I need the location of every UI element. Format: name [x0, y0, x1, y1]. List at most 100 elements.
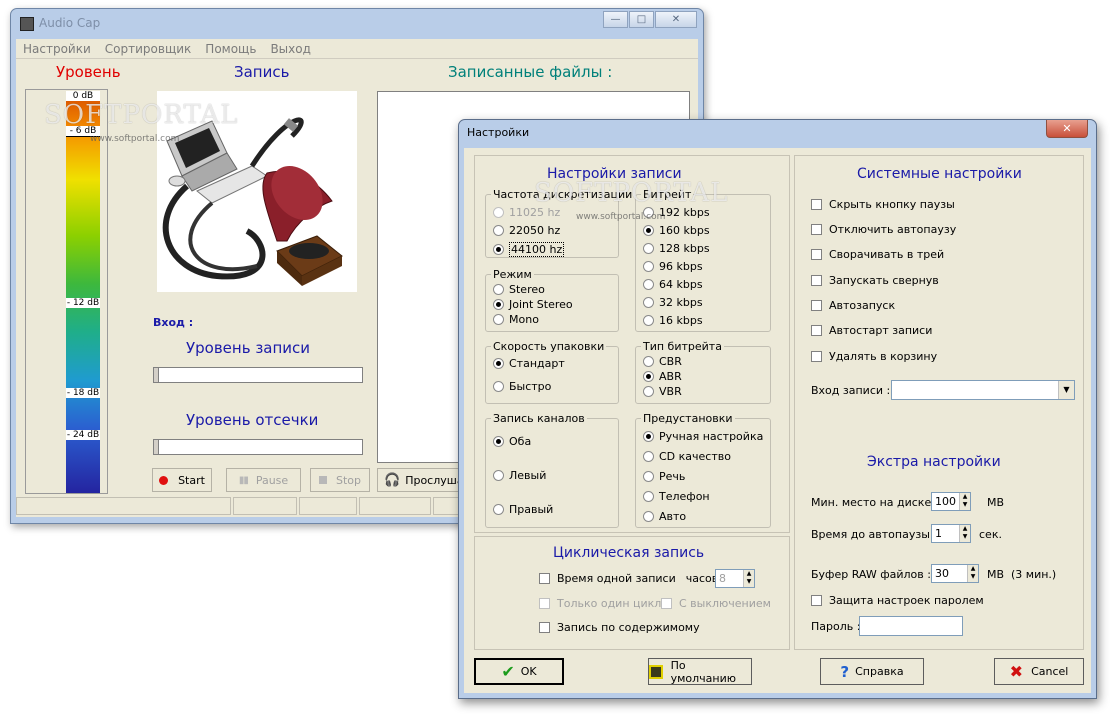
settings-dialog-title: Настройки: [467, 126, 530, 139]
listen-button[interactable]: 🎧 Прослуша: [377, 468, 467, 492]
radio-32kbps[interactable]: 32 kbps: [643, 296, 703, 309]
only-one-cycle-checkbox[interactable]: Только один цикл: [539, 597, 661, 610]
channels-title: Запись каналов: [491, 412, 587, 425]
defaults-button[interactable]: По умолчанию: [648, 658, 752, 685]
cut-level-slider[interactable]: [153, 439, 363, 455]
headphones-icon: 🎧: [384, 472, 401, 488]
bitrate-type-group: Тип битрейта CBR ABR VBR: [635, 340, 771, 404]
radio-joint-stereo[interactable]: Joint Stereo: [493, 298, 573, 311]
radio-manual[interactable]: Ручная настройка: [643, 430, 763, 443]
pause-icon: ▮▮: [238, 474, 249, 486]
level-meter: 0 dB - 6 dB - 12 dB - 18 dB - 24 dB: [25, 89, 108, 494]
meter-tick-18db: - 18 dB: [66, 388, 100, 398]
maximize-button[interactable]: □: [629, 11, 654, 28]
autopause-unit: сек.: [979, 528, 1002, 541]
radio-both[interactable]: Оба: [493, 435, 531, 448]
autopause-label: Время до автопаузы :: [811, 528, 938, 541]
status-panel: [359, 497, 431, 515]
record-icon: [159, 475, 169, 485]
stop-label: Stop: [335, 473, 361, 487]
radio-standard[interactable]: Стандарт: [493, 357, 565, 370]
hours-spinner[interactable]: 8 ▲ ▼: [715, 569, 755, 588]
minimize-button[interactable]: —: [603, 11, 628, 28]
meter-tick-12db: - 12 dB: [66, 298, 100, 308]
bitrate-type-title: Тип битрейта: [641, 340, 724, 353]
stop-button[interactable]: Stop: [310, 468, 370, 492]
radio-22050[interactable]: 22050 hz: [493, 224, 560, 237]
disable-autopause-checkbox[interactable]: Отключить автопаузу: [811, 223, 956, 236]
main-title-bar[interactable]: Audio Cap — □ ✕: [11, 9, 703, 37]
status-panel: [16, 497, 231, 515]
watermark-url: www.softportal.com: [90, 134, 180, 144]
radio-64kbps[interactable]: 64 kbps: [643, 278, 703, 291]
start-label: Start: [178, 473, 205, 487]
radio-cbr[interactable]: CBR: [643, 355, 682, 368]
dialog-close-button[interactable]: ✕: [1046, 120, 1088, 138]
one-record-time-checkbox[interactable]: Время одной записи часов: [539, 572, 718, 585]
start-button[interactable]: Start: [152, 468, 212, 492]
hide-pause-checkbox[interactable]: Скрыть кнопку паузы: [811, 198, 955, 211]
radio-speech[interactable]: Речь: [643, 470, 685, 483]
system-settings-panel: Системные настройки Скрыть кнопку паузы …: [794, 155, 1084, 650]
radio-right[interactable]: Правый: [493, 503, 553, 516]
close-button[interactable]: ✕: [655, 11, 697, 28]
help-button[interactable]: ? Справка: [820, 658, 924, 685]
menu-help[interactable]: Помощь: [205, 42, 256, 56]
radio-16kbps[interactable]: 16 kbps: [643, 314, 703, 327]
radio-stereo[interactable]: Stereo: [493, 283, 545, 296]
level-label: Уровень: [56, 63, 121, 81]
ok-button[interactable]: ✔ OK: [474, 658, 564, 685]
record-label: Запись: [234, 63, 290, 81]
menu-exit[interactable]: Выход: [270, 42, 310, 56]
raw-buffer-unit: MB: [987, 568, 1005, 581]
min-disk-unit: MB: [987, 496, 1005, 509]
radio-vbr[interactable]: VBR: [643, 385, 682, 398]
record-input-label: Вход записи :: [811, 384, 891, 397]
delete-to-recycle-checkbox[interactable]: Удалять в корзину: [811, 350, 937, 363]
pause-button[interactable]: ▮▮ Pause: [226, 468, 301, 492]
password-field[interactable]: [859, 616, 963, 636]
ok-label: OK: [520, 665, 537, 678]
extra-settings-title: Экстра настройки: [867, 454, 1001, 470]
autostart-record-checkbox[interactable]: Автостарт записи: [811, 324, 932, 337]
radio-44100[interactable]: 44100 hz: [493, 242, 565, 257]
radio-abr[interactable]: ABR: [643, 370, 682, 383]
radio-cd-quality[interactable]: CD качество: [643, 450, 731, 463]
minimize-to-tray-checkbox[interactable]: Сворачивать в трей: [811, 248, 944, 261]
cyclic-record-title: Циклическая запись: [553, 545, 705, 561]
raw-buffer-spinner[interactable]: 30 ▲ ▼: [931, 564, 979, 583]
menu-sorter[interactable]: Сортировщик: [105, 42, 192, 56]
settings-client: Настройки записи Частота дискретизации 1…: [464, 148, 1091, 693]
record-by-content-checkbox[interactable]: Запись по содержимому: [539, 621, 700, 634]
menu-settings[interactable]: Настройки: [23, 42, 91, 56]
radio-mono[interactable]: Mono: [493, 313, 539, 326]
slider-thumb[interactable]: [154, 440, 159, 454]
cancel-label: Cancel: [1031, 665, 1069, 678]
min-disk-label: Мин. место на диске :: [811, 496, 939, 509]
min-disk-spinner[interactable]: 100 ▲ ▼: [931, 492, 971, 511]
autorun-checkbox[interactable]: Автозапуск: [811, 299, 895, 312]
password-protect-checkbox[interactable]: Защита настроек паролем: [811, 594, 984, 607]
input-label: Вход :: [153, 316, 194, 329]
start-minimized-checkbox[interactable]: Запускать свернув: [811, 274, 939, 287]
cancel-button[interactable]: ✖ Cancel: [994, 658, 1084, 685]
pack-speed-group: Скорость упаковки Стандарт Быстро: [485, 340, 619, 404]
with-shutdown-checkbox[interactable]: С выключением: [661, 597, 771, 610]
presets-title: Предустановки: [641, 412, 735, 425]
radio-128kbps[interactable]: 128 kbps: [643, 242, 710, 255]
record-level-slider[interactable]: [153, 367, 363, 383]
pack-speed-title: Скорость упаковки: [491, 340, 607, 353]
pause-label: Pause: [255, 473, 289, 487]
radio-160kbps[interactable]: 160 kbps: [643, 224, 710, 237]
radio-left[interactable]: Левый: [493, 469, 546, 482]
radio-fast[interactable]: Быстро: [493, 380, 551, 393]
record-input-combo[interactable]: ▼: [891, 380, 1075, 400]
radio-auto[interactable]: Авто: [643, 510, 686, 523]
status-panel: [299, 497, 357, 515]
radio-phone[interactable]: Телефон: [643, 490, 710, 503]
slider-thumb[interactable]: [154, 368, 159, 382]
chevron-down-icon[interactable]: ▼: [1058, 381, 1074, 399]
radio-96kbps[interactable]: 96 kbps: [643, 260, 703, 273]
autopause-spinner[interactable]: 1 ▲ ▼: [931, 524, 971, 543]
film-icon: [649, 664, 663, 679]
